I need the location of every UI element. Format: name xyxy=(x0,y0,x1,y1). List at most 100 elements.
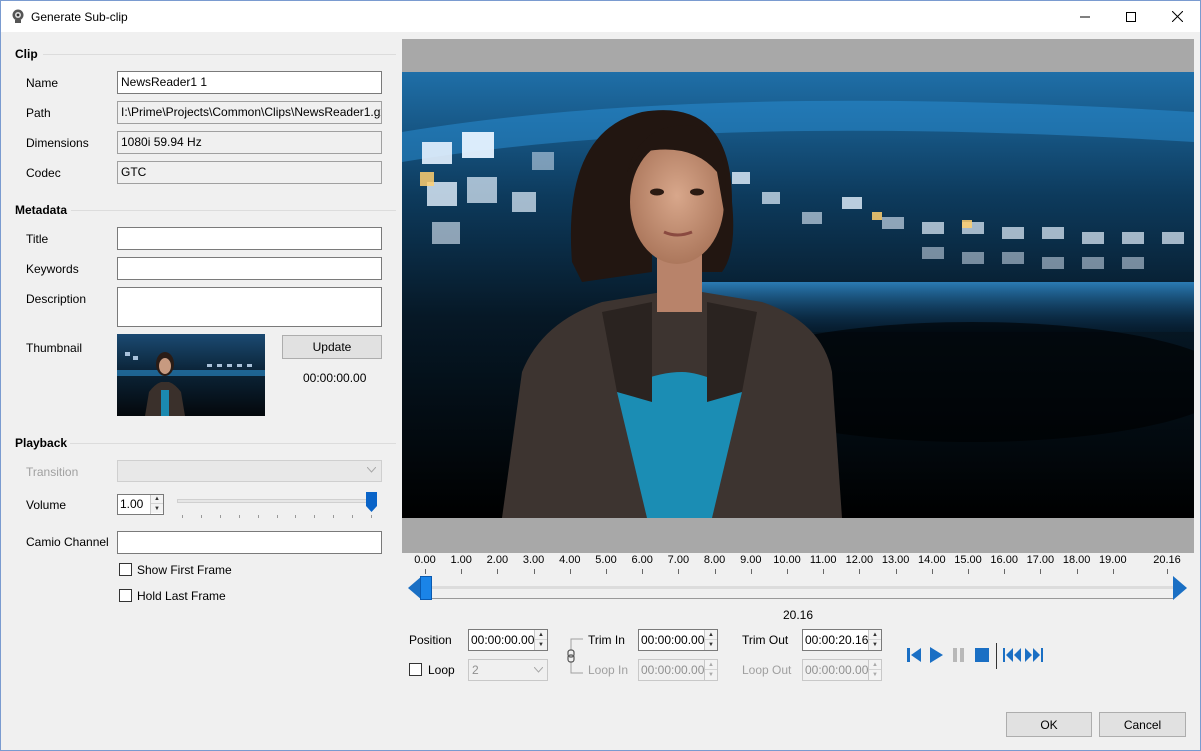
trim-in-spin[interactable]: ▲ ▼ xyxy=(704,630,717,650)
volume-tick xyxy=(333,515,335,518)
loop-checkbox[interactable] xyxy=(409,663,422,676)
position-label: Position xyxy=(409,633,452,647)
timeline-tick-label: 6.00 xyxy=(631,554,653,566)
loop-out-field[interactable]: 00:00:00.00 ▲ ▼ xyxy=(802,659,882,681)
timeline-tick-label: 3.00 xyxy=(522,554,545,566)
spin-up-icon[interactable]: ▲ xyxy=(705,660,717,670)
spin-down-icon[interactable]: ▼ xyxy=(705,640,717,650)
ok-button[interactable]: OK xyxy=(1006,712,1092,737)
play-icon[interactable] xyxy=(927,646,945,664)
timeline-tick-label: 12.00 xyxy=(845,554,874,566)
loop-in-field[interactable]: 00:00:00.00 ▲ ▼ xyxy=(638,659,718,681)
spin-up-icon[interactable]: ▲ xyxy=(705,630,717,640)
timeline-track[interactable] xyxy=(426,586,1173,589)
timeline-tick xyxy=(642,569,644,574)
stop-icon[interactable] xyxy=(973,646,991,664)
timeline-tick-label: 19.00 xyxy=(1099,554,1127,566)
timeline-tick xyxy=(750,569,752,574)
chevron-down-icon xyxy=(534,667,543,673)
minimize-button[interactable] xyxy=(1062,1,1108,32)
loop-count-select[interactable]: 2 xyxy=(468,659,548,681)
timeline-tick-label: 4.00 xyxy=(559,554,581,566)
timeline-tick-label: 13.00 xyxy=(881,554,910,566)
timeline-tick xyxy=(678,569,680,574)
update-button[interactable]: Update xyxy=(282,335,382,359)
timeline-range-line xyxy=(426,598,1173,599)
spin-up-icon[interactable]: ▲ xyxy=(535,630,547,640)
maximize-icon xyxy=(1126,11,1136,22)
maximize-button[interactable] xyxy=(1108,1,1154,32)
trim-in-field[interactable]: 00:00:00.00 ▲ ▼ xyxy=(638,629,718,651)
window-title: Generate Sub-clip xyxy=(31,10,128,24)
title-label: Title xyxy=(26,232,49,246)
timeline-tick-label: 14.00 xyxy=(918,554,946,566)
title-input[interactable] xyxy=(117,227,382,250)
volume-spin[interactable]: ▲ ▼ xyxy=(150,495,163,514)
timeline-tick-label: 16.00 xyxy=(990,554,1018,566)
keywords-label: Keywords xyxy=(26,262,79,276)
volume-tick xyxy=(238,515,240,518)
skip-to-start-icon[interactable] xyxy=(905,646,923,664)
volume-tick xyxy=(314,515,316,518)
pause-icon[interactable] xyxy=(950,646,968,664)
timeline-tick-label: 11.00 xyxy=(809,554,837,566)
timeline-tick xyxy=(1167,569,1168,574)
timeline-tick xyxy=(497,569,499,574)
name-label: Name xyxy=(26,76,59,90)
volume-tick xyxy=(257,515,259,518)
volume-slider-track[interactable] xyxy=(177,499,377,503)
link-icon[interactable] xyxy=(565,635,585,677)
loop-in-label: Loop In xyxy=(588,663,629,677)
volume-label: Volume xyxy=(26,498,67,512)
timeline-tick-label: 8.00 xyxy=(703,554,726,566)
show-first-frame-label: Show First Frame xyxy=(137,563,232,577)
spin-down-icon[interactable]: ▼ xyxy=(151,504,163,513)
loop-in-spin[interactable]: ▲ ▼ xyxy=(704,660,717,680)
spin-up-icon[interactable]: ▲ xyxy=(151,495,163,504)
trim-out-field[interactable]: 00:00:20.16 ▲ ▼ xyxy=(802,629,882,651)
spin-down-icon[interactable]: ▼ xyxy=(535,640,547,650)
description-input[interactable] xyxy=(117,287,382,327)
volume-tick xyxy=(352,515,354,518)
loop-out-spin[interactable]: ▲ ▼ xyxy=(868,660,881,680)
duration-label: 20.16 xyxy=(783,608,814,622)
hold-last-frame-checkbox[interactable] xyxy=(119,589,132,602)
loop-out-value: 00:00:00.00 xyxy=(805,663,869,677)
timeline-tick xyxy=(931,569,933,574)
trim-out-value: 00:00:20.16 xyxy=(805,633,869,647)
spin-down-icon[interactable]: ▼ xyxy=(869,670,881,680)
timeline-tick xyxy=(1040,569,1042,574)
timeline-tick-label: 1.00 xyxy=(450,554,472,566)
path-field[interactable]: I:\Prime\Projects\Common\Clips\NewsReade… xyxy=(117,101,382,124)
spin-down-icon[interactable]: ▼ xyxy=(869,640,881,650)
spin-up-icon[interactable]: ▲ xyxy=(869,630,881,640)
volume-tick xyxy=(276,515,278,518)
rewind-icon[interactable] xyxy=(1002,646,1022,664)
cancel-button[interactable]: Cancel xyxy=(1099,712,1186,737)
spin-down-icon[interactable]: ▼ xyxy=(705,670,717,680)
position-spin[interactable]: ▲ ▼ xyxy=(534,630,547,650)
volume-stepper[interactable]: 1.00 ▲ ▼ xyxy=(117,494,164,515)
position-field[interactable]: 00:00:00.00 ▲ ▼ xyxy=(468,629,548,651)
metadata-divider xyxy=(71,210,396,211)
thumbnail-time: 00:00:00.00 xyxy=(303,371,367,385)
show-first-frame-checkbox[interactable] xyxy=(119,563,132,576)
trim-in-value: 00:00:00.00 xyxy=(641,633,705,647)
spin-up-icon[interactable]: ▲ xyxy=(869,660,881,670)
name-input[interactable]: NewsReader1 1 xyxy=(117,71,382,94)
metadata-section-label: Metadata xyxy=(15,203,68,217)
timeline-tick-label: 18.00 xyxy=(1062,554,1091,566)
trim-out-spin[interactable]: ▲ ▼ xyxy=(868,630,881,650)
playhead-handle[interactable] xyxy=(420,576,432,600)
keywords-input[interactable] xyxy=(117,257,382,280)
playback-section-label: Playback xyxy=(15,436,68,450)
transition-select[interactable] xyxy=(117,460,382,482)
close-button[interactable] xyxy=(1154,1,1200,32)
volume-slider-thumb[interactable] xyxy=(366,492,377,512)
timeline-tick-label: 7.00 xyxy=(667,554,690,566)
camio-channel-input[interactable] xyxy=(117,531,382,554)
timeline-tick-label: 17.00 xyxy=(1026,554,1055,566)
fast-forward-icon[interactable] xyxy=(1024,646,1044,664)
trim-out-handle[interactable] xyxy=(1173,576,1187,600)
description-label: Description xyxy=(26,292,87,306)
